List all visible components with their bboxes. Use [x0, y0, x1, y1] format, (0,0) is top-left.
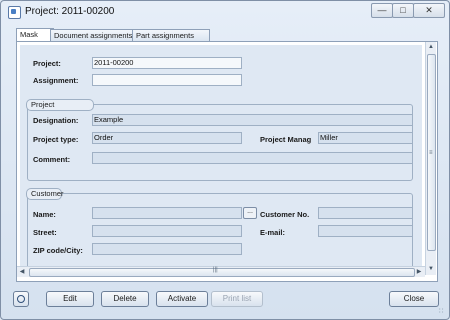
- project-label: Project:: [33, 59, 61, 68]
- assignment-label: Assignment:: [33, 76, 79, 85]
- tab-part-assignments[interactable]: Part assignments: [132, 29, 210, 41]
- options-button[interactable]: [13, 291, 29, 307]
- comment-field[interactable]: [92, 152, 413, 164]
- delete-button[interactable]: Delete: [101, 291, 149, 307]
- customer-group-title: Customer: [26, 188, 64, 200]
- tab-mask[interactable]: Mask: [16, 28, 54, 42]
- designation-field[interactable]: Example: [92, 114, 413, 126]
- project-type-field[interactable]: Order: [92, 132, 242, 144]
- scroll-right-icon[interactable]: ▶: [415, 268, 423, 276]
- minimize-icon: —: [377, 5, 387, 15]
- project-window: Project: 2011-00200 — □ ✕ Mask Document …: [0, 0, 450, 320]
- horizontal-grip-icon: |||: [213, 267, 218, 273]
- maximize-button[interactable]: □: [392, 3, 414, 18]
- vertical-scrollbar[interactable]: ▲ ≡ ▼: [425, 42, 436, 275]
- email-label: E-mail:: [260, 228, 286, 237]
- scroll-down-icon[interactable]: ▼: [427, 265, 435, 273]
- name-label: Name:: [33, 210, 56, 219]
- project-group-title: Project: [26, 99, 94, 111]
- street-field[interactable]: [92, 225, 242, 237]
- customer-no-field[interactable]: [318, 207, 413, 219]
- project-field[interactable]: 2011-00200: [92, 57, 242, 69]
- scroll-up-icon[interactable]: ▲: [427, 43, 435, 51]
- customer-lookup-button[interactable]: ...: [243, 207, 257, 219]
- resize-grip-icon[interactable]: ∷: [439, 307, 443, 315]
- app-icon: [8, 6, 21, 19]
- window-title: Project: 2011-00200: [25, 6, 115, 17]
- print-list-button[interactable]: Print list: [211, 291, 263, 307]
- maximize-icon: □: [400, 5, 406, 15]
- close-window-button[interactable]: ✕: [413, 3, 445, 18]
- mask-panel: Project: 2011-00200 Assignment: Project …: [16, 41, 438, 282]
- vertical-grip-icon: ≡: [429, 150, 433, 156]
- project-manager-label: Project Manag: [260, 135, 312, 144]
- designation-label: Designation:: [33, 116, 79, 125]
- close-icon: ✕: [425, 5, 433, 15]
- project-type-label: Project type:: [33, 135, 79, 144]
- horizontal-scrollbar[interactable]: ◀ ||| ▶: [17, 266, 425, 277]
- project-manager-field[interactable]: Miller: [318, 132, 413, 144]
- minimize-button[interactable]: —: [371, 3, 393, 18]
- zip-city-label: ZIP code/City:: [33, 246, 83, 255]
- assignment-field[interactable]: [92, 74, 242, 86]
- name-field[interactable]: [92, 207, 242, 219]
- tab-document-assignments[interactable]: Document assignments: [50, 29, 145, 41]
- email-field[interactable]: [318, 225, 413, 237]
- street-label: Street:: [33, 228, 57, 237]
- zip-city-field[interactable]: [92, 243, 242, 255]
- horizontal-scroll-thumb[interactable]: [29, 268, 415, 277]
- comment-label: Comment:: [33, 155, 71, 164]
- edit-button[interactable]: Edit: [46, 291, 94, 307]
- title-bar[interactable]: Project: 2011-00200 — □ ✕: [1, 1, 449, 23]
- activate-button[interactable]: Activate: [156, 291, 208, 307]
- form-area: Project: 2011-00200 Assignment: Project …: [20, 45, 422, 275]
- customer-no-label: Customer No.: [260, 210, 310, 219]
- close-button[interactable]: Close: [389, 291, 439, 307]
- scroll-left-icon[interactable]: ◀: [18, 268, 26, 276]
